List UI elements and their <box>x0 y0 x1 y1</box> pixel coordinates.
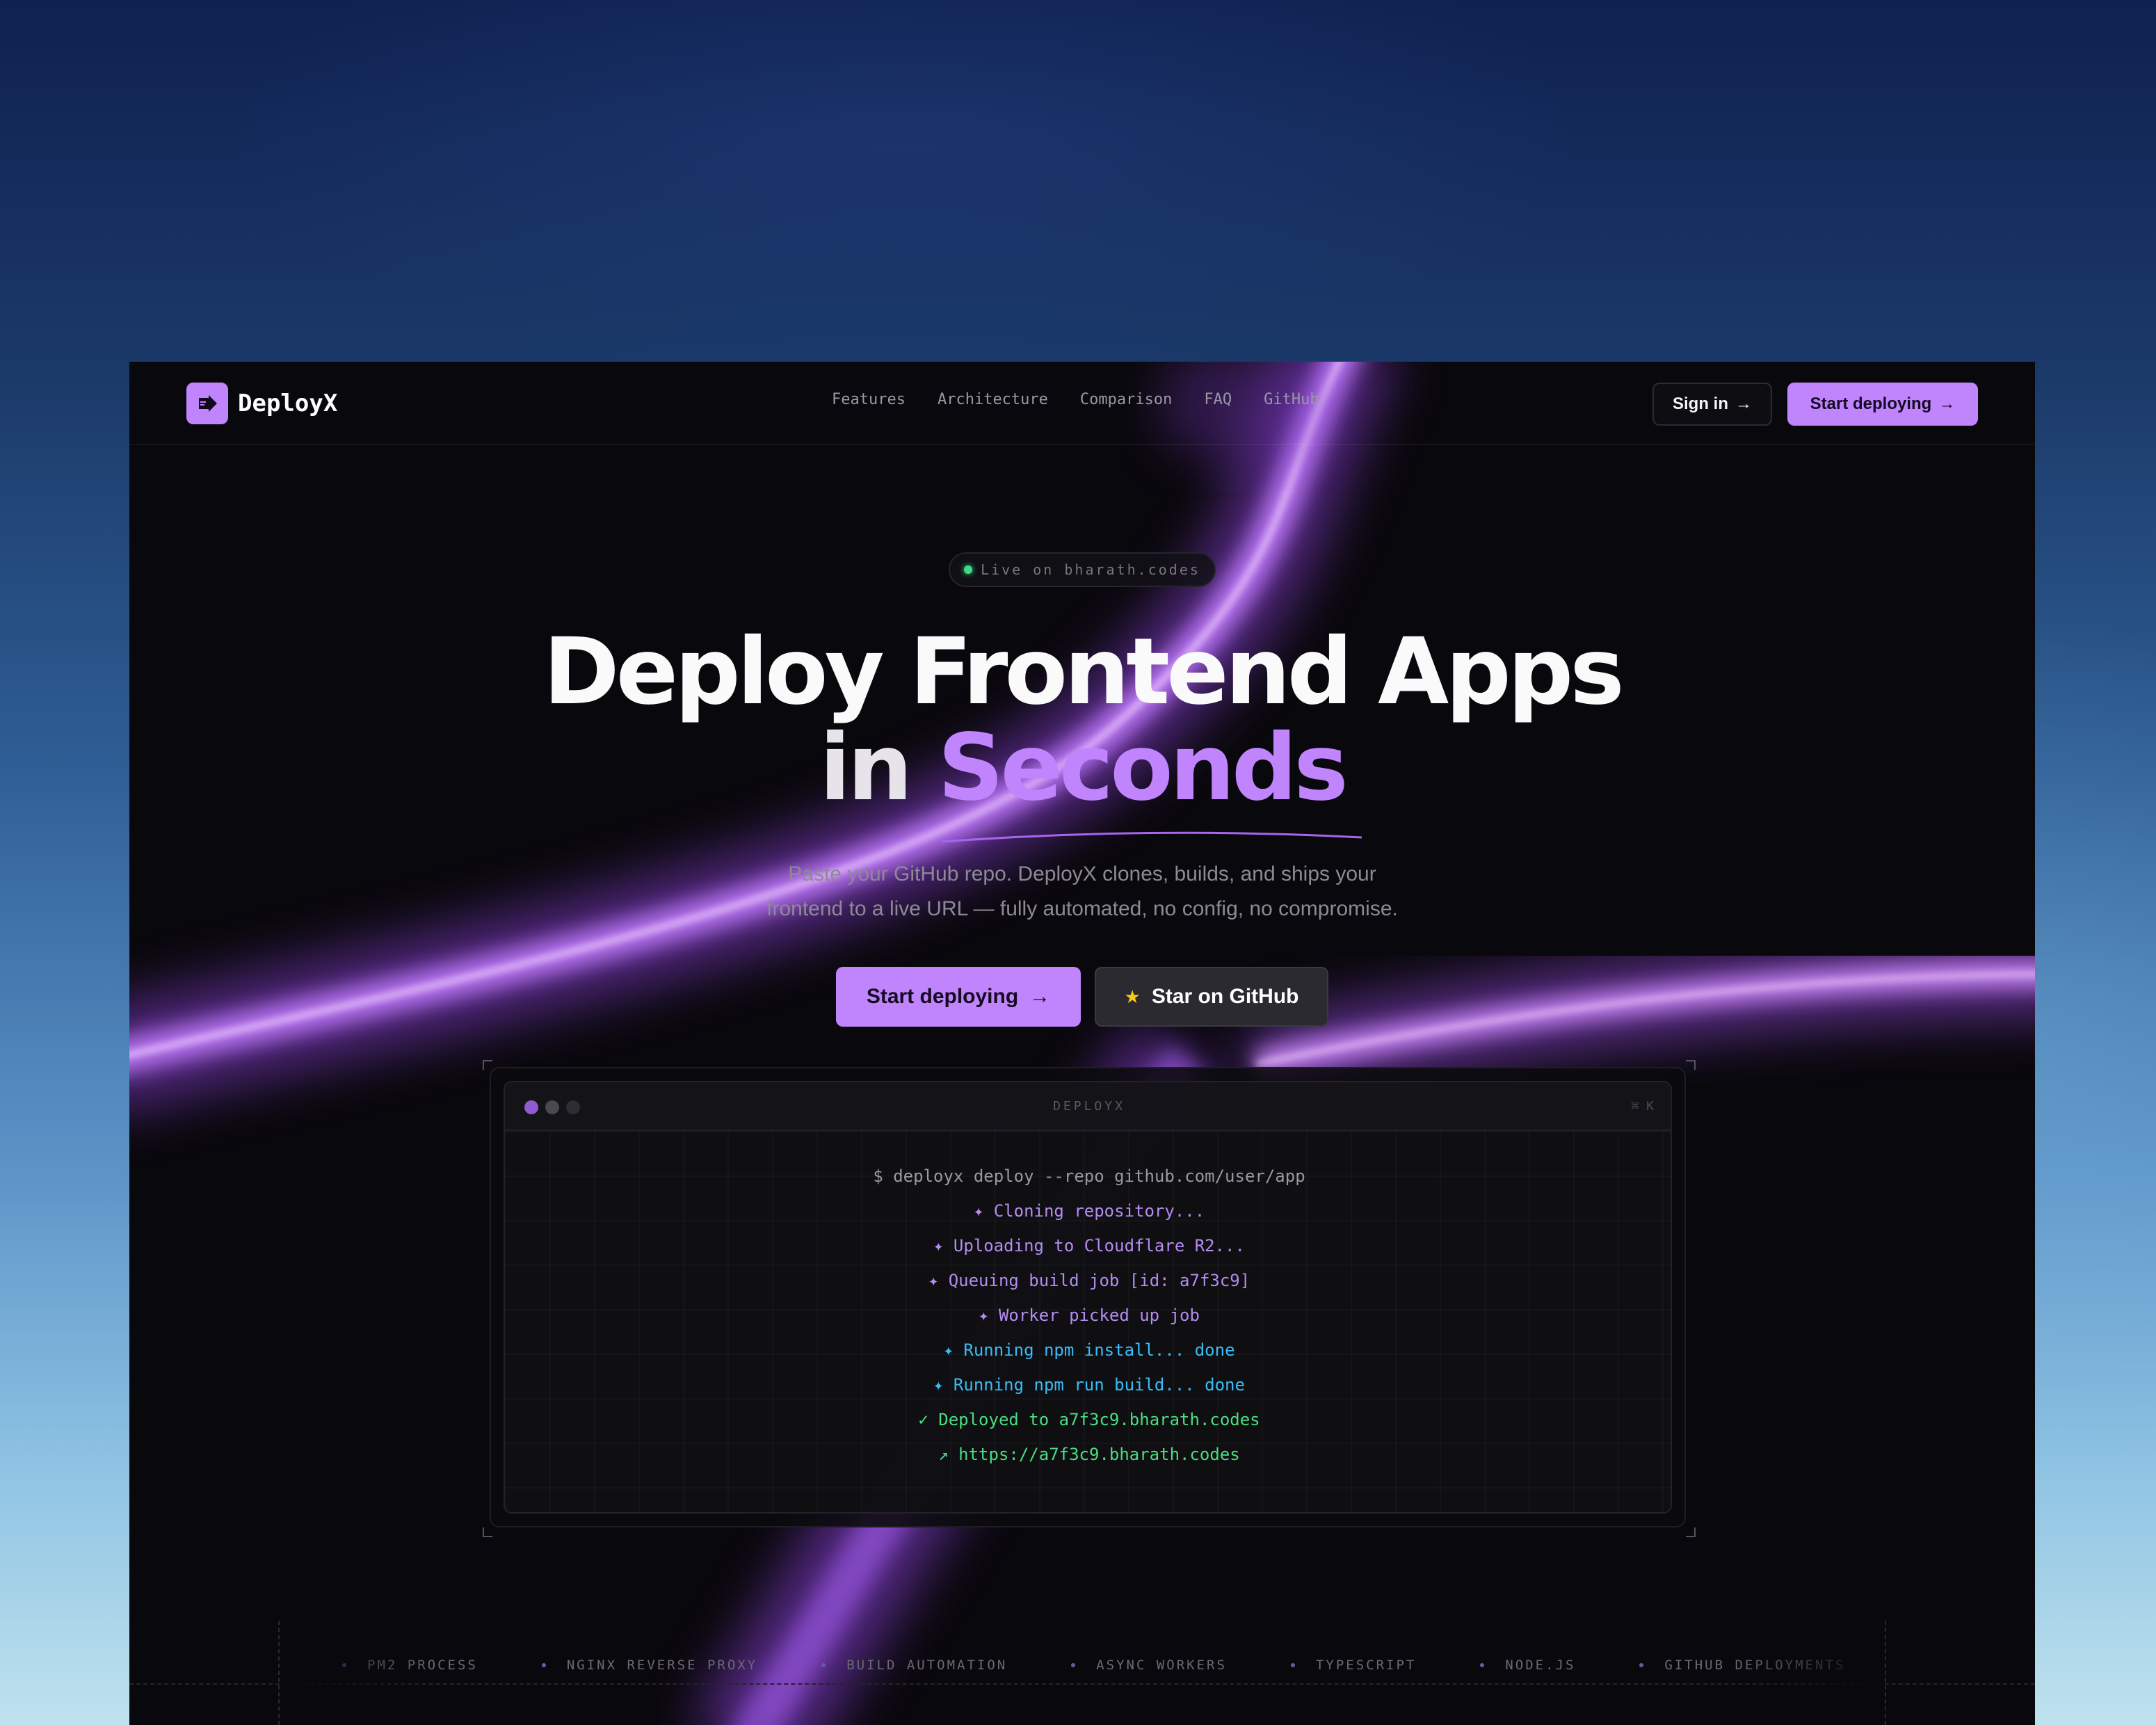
brand-name: DeployX <box>238 390 338 417</box>
bullet-icon <box>1480 1663 1485 1667</box>
hero-subtext-line-1: Paste your GitHub repo. DeployX clones, … <box>788 862 1376 885</box>
arrow-right-icon: → <box>1938 394 1956 413</box>
deployx-logo-icon <box>186 383 228 424</box>
ticker-label: TYPESCRIPT <box>1315 1658 1417 1673</box>
bullet-icon <box>821 1663 826 1667</box>
ticker-item: TYPESCRIPT <box>1290 1658 1417 1673</box>
headline-underline <box>941 831 1362 843</box>
sign-in-button[interactable]: Sign in → <box>1652 383 1772 426</box>
live-status-text: Live on bharath.codes <box>981 561 1200 578</box>
ticker-label: ASYNC WORKERS <box>1096 1658 1227 1673</box>
terminal-window: DEPLOYX ⌘ K $ deployx deploy --repo gith… <box>504 1081 1672 1514</box>
nav-links: Features Architecture Comparison FAQ Git… <box>832 391 1319 408</box>
terminal-line: ✦ Queuing build job [id: a7f3c9] <box>928 1271 1250 1290</box>
ticker-item: BUILD AUTOMATION <box>821 1658 1007 1673</box>
terminal-corner-mark <box>1686 1527 1696 1537</box>
bullet-icon <box>1639 1663 1644 1667</box>
command-k-shortcut: ⌘ K <box>1631 1099 1654 1114</box>
nav-link-comparison[interactable]: Comparison <box>1080 391 1172 408</box>
nav-link-github[interactable]: GitHub <box>1264 391 1319 408</box>
terminal-line: ✦ Cloning repository... <box>973 1201 1205 1221</box>
terminal-output: $ deployx deploy --repo github.com/user/… <box>505 1159 1671 1472</box>
terminal-corner-mark <box>483 1527 492 1537</box>
bullet-icon <box>541 1663 546 1667</box>
terminal-line: ✦ Running npm run build... done <box>933 1375 1245 1395</box>
terminal-line: ✦ Running npm install... done <box>943 1340 1235 1360</box>
arrow-right-icon: → <box>1735 394 1752 413</box>
nav-start-deploying-button[interactable]: Start deploying → <box>1787 383 1978 426</box>
terminal-line: $ deployx deploy --repo github.com/user/… <box>873 1166 1305 1186</box>
ticker-label: NODE.JS <box>1505 1658 1576 1673</box>
live-status-pill: Live on bharath.codes <box>949 552 1216 587</box>
ticker-fade-left <box>280 1621 433 1725</box>
terminal-line: ✦ Uploading to Cloudflare R2... <box>933 1236 1245 1255</box>
ticker-label: BUILD AUTOMATION <box>846 1658 1008 1673</box>
nav-start-label: Start deploying <box>1810 394 1932 413</box>
hero-start-deploying-button[interactable]: Start deploying → <box>836 967 1081 1027</box>
ticker-label: NGINX REVERSE PROXY <box>566 1658 758 1673</box>
hero-headline-line-1: Deploy Frontend Apps <box>543 618 1625 725</box>
terminal-corner-mark <box>1686 1060 1696 1070</box>
terminal-title: DEPLOYX <box>1053 1099 1125 1114</box>
hero-start-label: Start deploying <box>866 985 1019 1008</box>
terminal-line: ↗ https://a7f3c9.bharath.codes <box>938 1445 1240 1464</box>
star-icon: ★ <box>1124 986 1141 1007</box>
sign-in-label: Sign in <box>1673 394 1728 413</box>
terminal-line: ✓ Deployed to a7f3c9.bharath.codes <box>918 1410 1260 1429</box>
live-indicator-dot <box>964 565 973 574</box>
browser-viewport: DeployX Features Architecture Comparison… <box>129 362 2035 1725</box>
tech-ticker: PM2 PROCESSNGINX REVERSE PROXYBUILD AUTO… <box>278 1621 1886 1725</box>
terminal-corner-mark <box>483 1060 492 1070</box>
nav-link-architecture[interactable]: Architecture <box>938 391 1048 408</box>
brand-logo[interactable]: DeployX <box>186 383 337 424</box>
arrow-right-icon: → <box>1029 985 1051 1008</box>
headline-accent: Seconds <box>938 714 1349 821</box>
ticker-item: NODE.JS <box>1480 1658 1575 1673</box>
hero-subtext-line-2: frontend to a live URL — fully automated… <box>766 897 1398 920</box>
ticker-fade-right <box>1732 1621 1885 1725</box>
bullet-icon <box>1071 1663 1076 1667</box>
ticker-item: NGINX REVERSE PROXY <box>541 1658 758 1673</box>
nav-link-features[interactable]: Features <box>832 391 906 408</box>
top-navbar: DeployX Features Architecture Comparison… <box>129 362 2035 445</box>
ticker-item: ASYNC WORKERS <box>1071 1658 1227 1673</box>
nav-link-faq[interactable]: FAQ <box>1204 391 1232 408</box>
terminal-line: ✦ Worker picked up job <box>979 1306 1200 1325</box>
star-on-github-button[interactable]: ★ Star on GitHub <box>1095 967 1328 1027</box>
terminal-titlebar: DEPLOYX ⌘ K <box>505 1082 1671 1131</box>
bullet-icon <box>1290 1663 1295 1667</box>
hero-subtext: Paste your GitHub repo. DeployX clones, … <box>129 857 2035 926</box>
hero-headline-line-2: in Seconds <box>129 721 2035 815</box>
headline-in: in <box>819 714 912 821</box>
star-github-label: Star on GitHub <box>1151 985 1299 1008</box>
ticker-row: PM2 PROCESSNGINX REVERSE PROXYBUILD AUTO… <box>280 1651 1885 1679</box>
